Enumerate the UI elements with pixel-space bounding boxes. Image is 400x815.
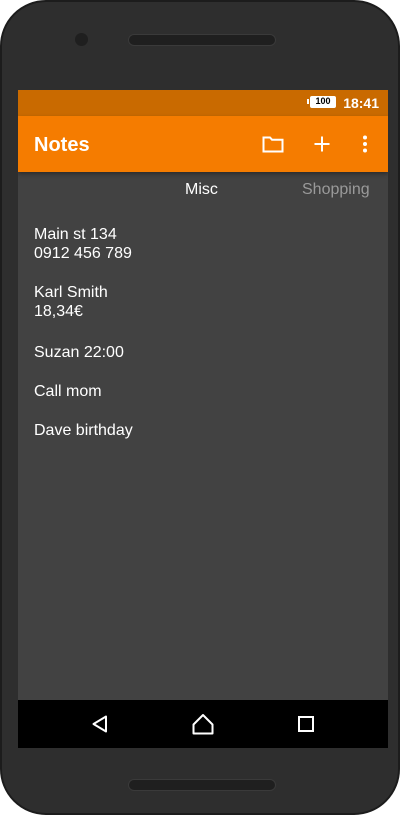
back-icon (92, 715, 107, 733)
app-title: Notes (34, 134, 90, 156)
note-item[interactable]: Call mom (34, 382, 102, 401)
more-options-button[interactable] (351, 130, 379, 158)
status-time: 18:41 (343, 95, 379, 111)
note-item[interactable]: Suzan 22:00 (34, 343, 124, 362)
navigation-bar (18, 700, 388, 748)
note-item[interactable]: Dave birthday (34, 421, 133, 440)
bottom-speaker (128, 779, 276, 791)
back-button[interactable] (88, 712, 112, 736)
tab-shopping[interactable]: Shopping (302, 180, 370, 200)
home-button[interactable] (191, 712, 215, 736)
category-tabs: Misc Shopping (18, 172, 388, 208)
recent-apps-button[interactable] (294, 712, 318, 736)
top-speaker (128, 34, 276, 46)
more-vert-icon (363, 135, 367, 153)
app-bar: Notes (18, 116, 388, 172)
tab-misc[interactable]: Misc (185, 180, 218, 200)
folder-icon (262, 136, 284, 153)
add-icon (314, 136, 330, 152)
home-icon (192, 714, 214, 735)
note-item[interactable]: Main st 134 0912 456 789 (34, 225, 132, 263)
battery-icon: 100 (307, 96, 336, 108)
recent-apps-icon (298, 716, 314, 732)
phone-frame: 100 18:41 Notes Misc Shopping Main st 13… (0, 0, 400, 815)
status-bar: 100 18:41 (18, 90, 388, 116)
front-camera (75, 33, 88, 46)
note-item[interactable]: Karl Smith 18,34€ (34, 283, 108, 321)
folder-button[interactable] (259, 130, 287, 158)
screen: 100 18:41 Notes Misc Shopping Main st 13… (18, 90, 388, 748)
add-note-button[interactable] (308, 130, 336, 158)
